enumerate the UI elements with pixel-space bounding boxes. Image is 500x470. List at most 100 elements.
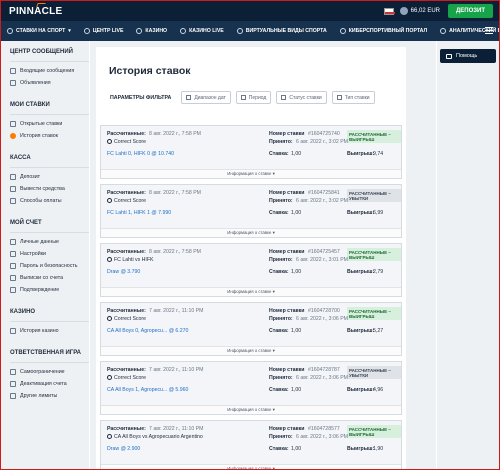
help-label: Помощь [456,53,478,59]
stake-label: Ставка: [269,269,289,275]
nav-item[interactable]: СТАВКИ НА СПОРТ ▾ [7,28,71,34]
selection-label: CA All Boys 1, Agropecu... [107,387,168,393]
brand-logo-text: PINNACLE [9,5,63,17]
bet-selection[interactable]: FC Lahti 1, HIFK 1 @ 7.990 [107,210,171,216]
stake-value: 1,00 [291,151,302,157]
deposit-button[interactable]: ДЕПОЗИТ [448,4,493,18]
bet-selection[interactable]: CA All Boys 1, Agropecu... @ 5.960 [107,387,188,393]
bet-market: FC Lahti vs HIFK [107,257,154,263]
bet-info-toggle[interactable]: Информация о ставке ▾ [101,287,401,296]
sidebar-item[interactable]: Объявления [10,77,89,89]
sidebar-item[interactable]: Деактивация счета [10,378,89,390]
menu-icon[interactable] [485,27,493,35]
nav-icon [7,28,13,34]
market-icon [107,257,112,262]
sidebar-item-icon [10,251,16,257]
winnings-label: Выигрыш: [347,151,375,157]
sidebar-item[interactable]: Входящие сообщения [10,65,89,77]
sidebar-item[interactable]: Открытые ставки [10,118,89,130]
bet-selection[interactable]: Draw @ 2.900 [107,446,140,452]
market-icon [107,139,112,144]
brand-logo[interactable]: PINNACLE [9,2,63,17]
bet-market: Correct Score [107,375,146,381]
chevron-down-icon: ▾ [271,230,275,235]
bet-info-toggle[interactable]: Информация о ставке ▾ [101,346,401,355]
sidebar-item[interactable]: История ставок [10,130,89,142]
bet-number: #1604728577 [308,426,340,432]
nav-item[interactable]: КАЗИНО LIVE [180,28,224,34]
sidebar-item[interactable]: Личные данные [10,236,89,248]
nav-item[interactable]: ЦЕНТР LIVE [83,28,123,34]
bet-number-label: Номер ставки [269,426,305,432]
nav-icon [180,28,187,34]
status-badge: РАССЧИТАННЫЕ – ВЫИГРЫШ [347,425,401,438]
sidebar-group: МОИ СТАВКИ Открытые ставки История ставок [1,94,89,147]
sidebar-item[interactable]: Вывести средства [10,183,89,195]
winnings-value: 5,27 [373,328,384,334]
bet-selection[interactable]: Draw @ 3.790 [107,269,140,275]
nav-item[interactable]: КАЗИНО [136,28,167,34]
sidebar-item-icon [10,174,16,180]
bet-info-toggle[interactable]: Информация о ставке ▾ [101,228,401,237]
user-icon[interactable] [399,7,408,15]
bet-selection[interactable]: CA All Boys 0, Agropecu... @ 6.270 [107,328,188,334]
bet-card: Рассчитанные: 7 авг. 2022 г., 11:10 PM CA … [100,420,402,470]
language-flag-icon[interactable] [383,7,395,15]
filter-button[interactable]: Период [235,91,272,104]
sidebar-item-icon [10,80,16,86]
bet-info-toggle[interactable]: Информация о ставке ▾ [101,405,401,414]
selection-odds: @ 7.990 [151,210,172,216]
sidebar-item-icon [10,133,16,139]
chevron-down-icon: ▾ [271,466,275,470]
sidebar-item[interactable]: Способы оплаты [10,195,89,207]
sidebar-item[interactable]: Самоограничение [10,366,89,378]
bet-market-label: Correct Score [114,139,146,145]
filter-row: ПАРАМЕТРЫ ФИЛЬТРА Диапазон дат Период Стат… [110,91,380,104]
sidebar-item-icon [10,68,16,74]
sidebar-item-label: Депозит [20,174,41,180]
sidebar-item[interactable]: Настройки [10,248,89,260]
bet-info-label: Информация о ставке [227,289,272,294]
bet-selection[interactable]: FC Lahti 0, HIFK 0 @ 10.740 [107,151,174,157]
sidebar-item-label: Подтверждение [20,287,60,293]
filter-button[interactable]: Тип ставки [331,91,375,104]
sidebar-item[interactable]: Подтверждение [10,284,89,296]
sidebar-group: КАССА Депозит Вывести средства Способы опла… [1,147,89,212]
bet-number: #1604725740 [308,131,340,137]
status-badge: РАССЧИТАННЫЕ – ВЫИГРЫШ [347,248,401,261]
bet-card: Рассчитанные: 7 авг. 2022 г., 11:10 PM Cor… [100,361,402,415]
sidebar-item-label: Выписки со счета [20,275,64,281]
settled-label: Рассчитанные: [107,190,146,196]
settled-label: Рассчитанные: [107,249,146,255]
settled-label: Рассчитанные: [107,308,146,314]
status-badge: РАССЧИТАННЫЕ – ВЫИГРЫШ [347,307,401,320]
sidebar-item-label: Способы оплаты [20,198,62,204]
bet-info-toggle[interactable]: Информация о ставке ▾ [101,169,401,178]
sidebar-group-title: МОЙ СЧЕТ [10,212,89,233]
filter-button[interactable]: Диапазон дат [181,91,231,104]
nav-item[interactable]: ВИРТУАЛЬНЫЕ ВИДЫ СПОРТА [236,28,327,34]
filter-button[interactable]: Статус ставки [276,91,327,104]
nav-item[interactable]: КИБЕРСПОРТИВНЫЙ ПОРТАЛ [339,28,427,34]
sidebar-item[interactable]: Депозит [10,171,89,183]
bet-info-toggle[interactable]: Информация о ставке ▾ [101,464,401,470]
sidebar-item[interactable]: Другие лимиты [10,390,89,402]
sidebar-group-title: ОТВЕТСТВЕННАЯ ИГРА [10,342,89,363]
nav-icon [136,28,143,34]
sidebar-group-title: ЦЕНТР СООБЩЕНИЙ [10,41,89,62]
sidebar-item[interactable]: История казино [10,325,89,337]
bet-card: Рассчитанные: 7 авг. 2022 г., 11:10 PM Cor… [100,302,402,356]
winnings-value: 9,74 [373,151,384,157]
top-bar: PINNACLE 66,02 EUR ДЕПОЗИТ [1,1,499,21]
stake-label: Ставка: [269,387,289,393]
stake-value: 1,00 [291,269,302,275]
help-button[interactable]: Помощь [440,49,496,63]
accepted-date: 6 авг. 2022 г., 3:06 PM [296,375,348,381]
accepted-label: Принято: [269,375,293,381]
sidebar-item[interactable]: Пароль и безопасность [10,260,89,272]
bet-market-label: Correct Score [114,198,146,204]
winnings-label: Выигрыш: [347,387,375,393]
filter-button-label: Тип ставки [344,94,370,101]
balance[interactable]: 66,02 EUR [411,8,440,14]
sidebar-item[interactable]: Выписки со счета [10,272,89,284]
